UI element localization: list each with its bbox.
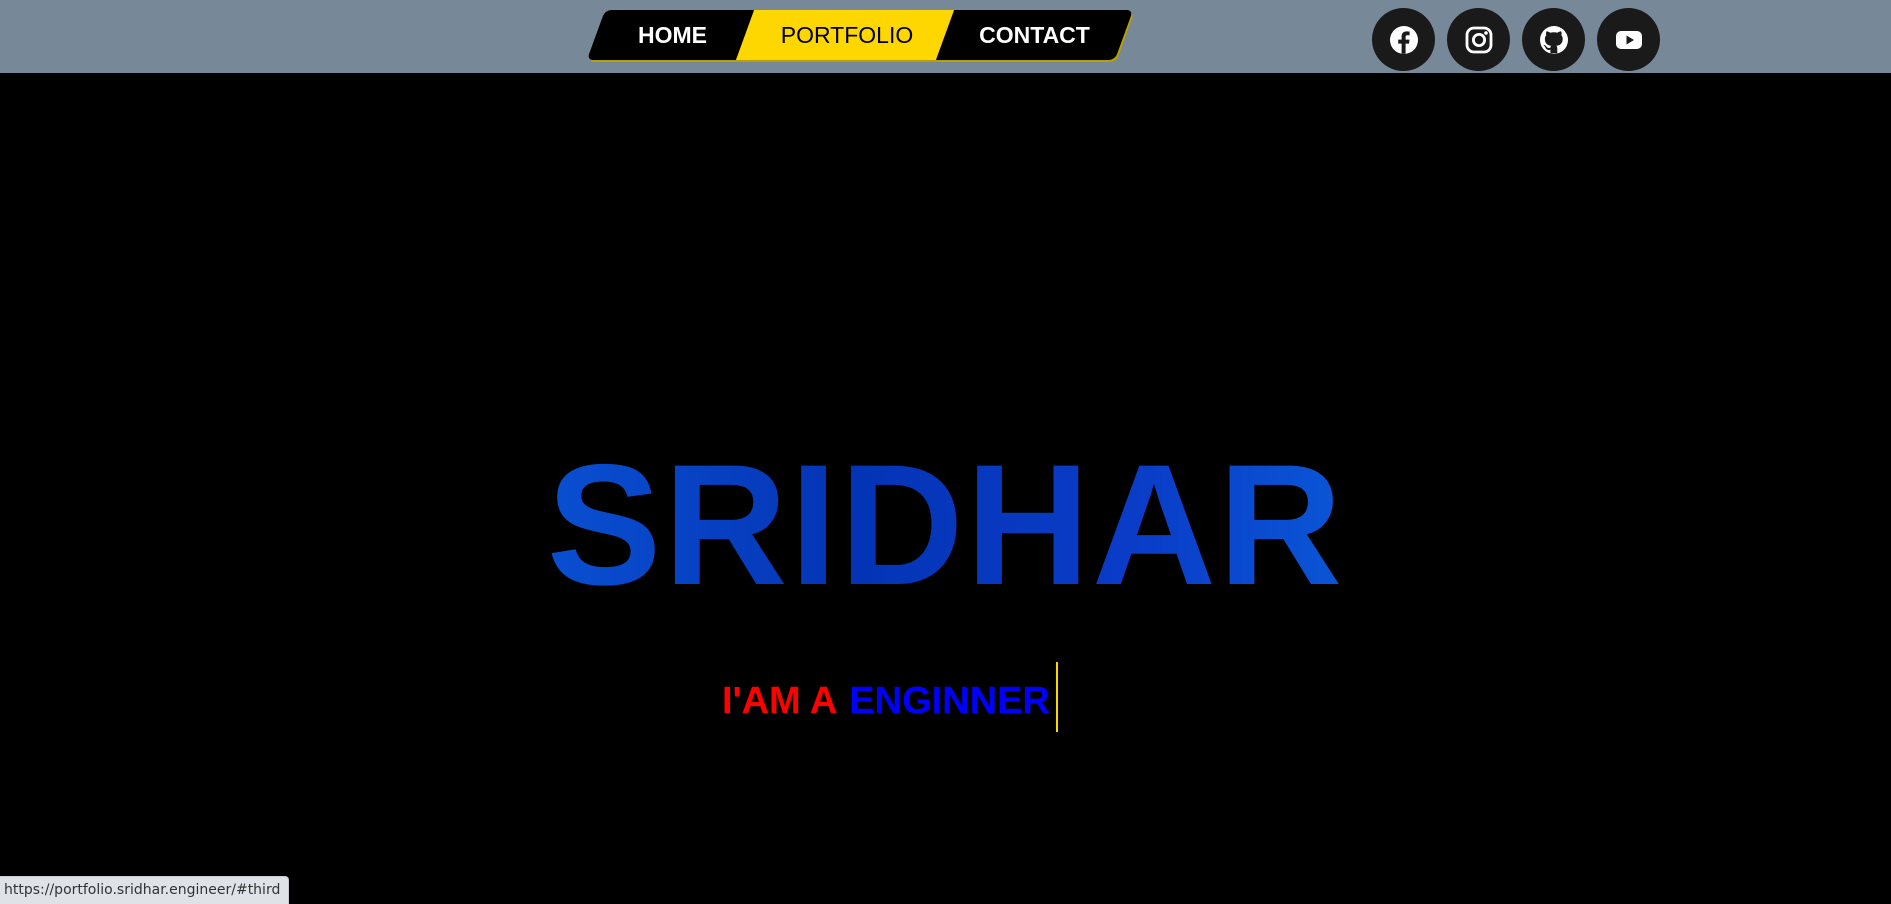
nav-item-home-label: HOME xyxy=(638,22,707,48)
github-link[interactable] xyxy=(1522,8,1585,71)
status-bar-url: https://portfolio.sridhar.engineer/#thir… xyxy=(0,876,290,904)
header-bar: HOME PORTFOLIO CONTACT xyxy=(0,0,1891,73)
main-nav: HOME PORTFOLIO CONTACT xyxy=(586,10,1134,60)
nav-item-home[interactable]: HOME xyxy=(596,10,749,60)
typing-cursor xyxy=(1055,662,1058,732)
facebook-link[interactable] xyxy=(1372,8,1435,71)
youtube-icon xyxy=(1615,30,1642,49)
hero-name: SRIDHAR xyxy=(0,425,1891,625)
nav-item-portfolio[interactable]: PORTFOLIO xyxy=(749,10,945,60)
nav-item-contact[interactable]: CONTACT xyxy=(945,10,1124,60)
youtube-link[interactable] xyxy=(1597,8,1660,71)
instagram-icon xyxy=(1465,26,1492,53)
facebook-icon xyxy=(1389,25,1418,54)
hero-tagline: I'AM A ENGINNER xyxy=(722,662,1058,732)
nav-item-portfolio-label: PORTFOLIO xyxy=(780,22,914,48)
tagline-prefix: I'AM A xyxy=(722,680,838,723)
page: HOME PORTFOLIO CONTACT SRIDHAR I'AM A EN… xyxy=(0,0,1891,904)
nav-item-contact-label: CONTACT xyxy=(979,22,1090,48)
instagram-link[interactable] xyxy=(1447,8,1510,71)
github-icon xyxy=(1539,25,1568,54)
tagline-role: ENGINNER xyxy=(849,680,1050,723)
